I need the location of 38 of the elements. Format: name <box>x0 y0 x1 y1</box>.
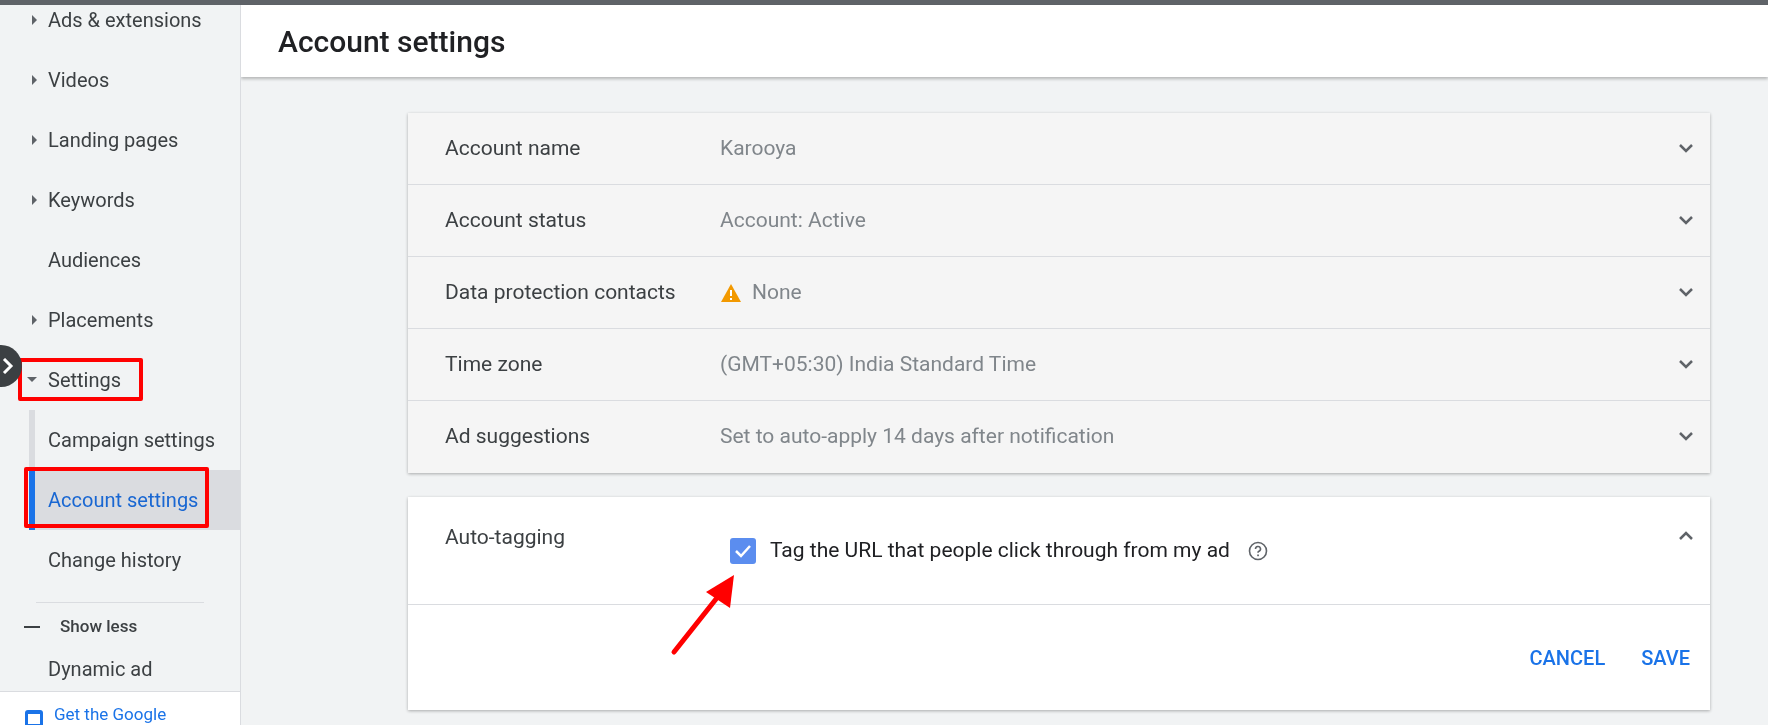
chevron-down-icon[interactable] <box>1678 287 1694 298</box>
checkmark-icon <box>734 543 752 558</box>
setting-label: Account name <box>445 134 582 162</box>
show-less-link[interactable]: Show less <box>60 614 138 640</box>
setting-label: Auto-tagging <box>445 524 566 551</box>
help-icon[interactable] <box>1247 540 1268 561</box>
sidebar-item[interactable]: Campaign settings <box>35 410 240 470</box>
page-title: Account settings <box>278 22 506 61</box>
sidebar-item[interactable]: Placements <box>48 305 154 335</box>
sidebar-item[interactable]: Account settings <box>35 470 240 530</box>
chevron-up-icon[interactable] <box>1678 530 1694 540</box>
setting-value: Set to auto-apply 14 days after notification <box>720 423 1115 451</box>
setting-label: Account status <box>445 206 588 234</box>
minus-icon <box>24 626 40 628</box>
sidebar-item[interactable]: Ads & extensions <box>48 5 202 35</box>
chevron-down-icon[interactable] <box>1678 143 1694 154</box>
setting-label: Time zone <box>445 350 544 378</box>
checkbox[interactable] <box>730 537 756 564</box>
setting-label: Ad suggestions <box>445 423 592 451</box>
sidebar-item[interactable]: Settings <box>48 365 122 395</box>
sidebar-item[interactable]: Change history <box>35 530 240 590</box>
chevron-down-icon[interactable] <box>1678 359 1694 370</box>
checkbox-label: Tag the URL that people click through from my ad <box>770 537 1230 564</box>
setting-label: Data protection contacts <box>445 278 677 306</box>
setting-value: Account: Active <box>720 206 866 234</box>
sidebar-item[interactable]: Keywords <box>48 185 135 215</box>
sidebar-item[interactable]: Audiences <box>48 245 142 275</box>
sidebar-item[interactable]: Landing pages <box>48 125 179 155</box>
action-button[interactable]: SAVE <box>1627 634 1704 681</box>
chevron-right-icon <box>2 358 14 374</box>
sidebar-item[interactable]: Videos <box>48 65 110 95</box>
chevron-down-icon[interactable] <box>1678 432 1694 442</box>
action-button[interactable]: CANCEL <box>1515 634 1620 681</box>
setting-value: None <box>752 278 802 306</box>
setting-value: Karooya <box>720 134 797 162</box>
setting-value: (GMT+05:30) India Standard Time <box>720 350 1037 378</box>
sidebar-item[interactable]: Dynamic ad <box>48 658 153 680</box>
chevron-down-icon[interactable] <box>1678 215 1694 226</box>
